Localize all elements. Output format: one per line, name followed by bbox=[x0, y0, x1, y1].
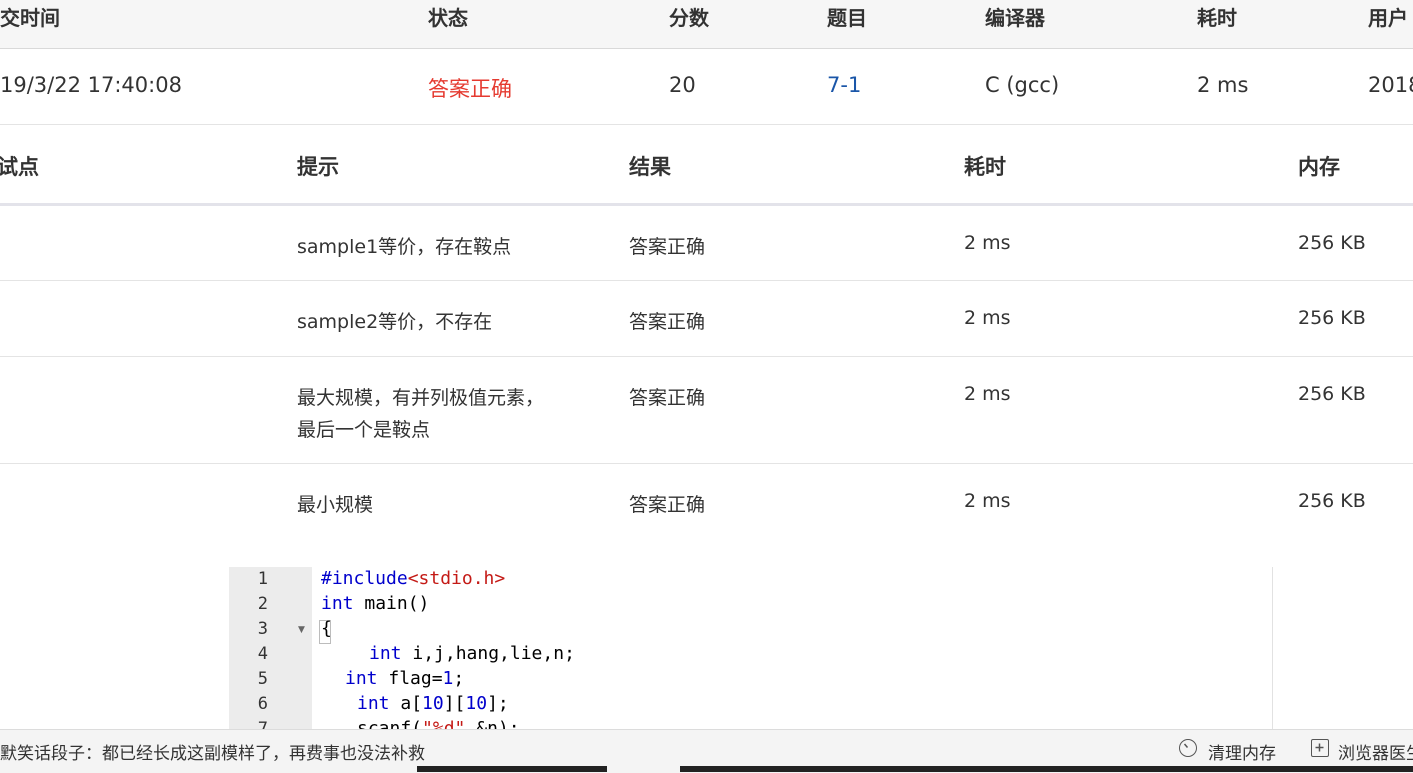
news-ticker[interactable]: 默笑话段子：都已经长成这副模样了，再费事也没法补救 bbox=[0, 739, 425, 764]
header-elapsed: 耗时 bbox=[1197, 6, 1237, 30]
code-editor[interactable]: 1 2 3 ▼ 4 5 6 7 #include<stdio.h> int ma… bbox=[229, 567, 1273, 737]
header-user: 用户 bbox=[1368, 6, 1408, 30]
line-number: 5 bbox=[257, 669, 268, 689]
testcase-row: sample2等价，不存在 答案正确 2 ms 256 KB bbox=[0, 281, 1413, 357]
testcase-time: 2 ms bbox=[964, 383, 1011, 405]
header-problem: 题目 bbox=[827, 6, 867, 30]
taskbar-segment bbox=[417, 766, 607, 772]
taskbar-segment bbox=[680, 766, 1413, 772]
header-submit-time: 交时间 bbox=[0, 6, 60, 30]
submission-status: 答案正确 bbox=[428, 77, 512, 101]
submission-table-header: 交时间 状态 分数 题目 编译器 耗时 用户 bbox=[0, 0, 1413, 49]
testcase-result: 答案正确 bbox=[629, 387, 706, 409]
line-number: 3 bbox=[257, 619, 268, 639]
clean-memory-button[interactable]: 清理内存 bbox=[1208, 739, 1276, 764]
browser-doctor-button[interactable]: 浏览器医生 bbox=[1338, 739, 1413, 764]
code-line-2: int main() bbox=[321, 593, 430, 614]
header-testpoint: 试点 bbox=[0, 155, 39, 179]
testcase-row: 最大规模，有并列极值元素， 最后一个是鞍点 答案正确 2 ms 256 KB bbox=[0, 357, 1413, 464]
code-line-4: int i,j,hang,lie,n; bbox=[369, 643, 575, 664]
header-result: 结果 bbox=[629, 155, 671, 179]
submission-elapsed: 2 ms bbox=[1197, 73, 1249, 97]
header-compiler: 编译器 bbox=[985, 6, 1045, 30]
testcase-memory: 256 KB bbox=[1298, 490, 1366, 512]
header-time: 耗时 bbox=[964, 155, 1006, 179]
submission-compiler: C (gcc) bbox=[985, 73, 1060, 97]
code-line-3: { bbox=[321, 618, 332, 639]
submission-user[interactable]: 2018 bbox=[1368, 73, 1413, 97]
testcase-table-header: 试点 提示 结果 耗时 内存 bbox=[0, 125, 1413, 206]
doctor-plus-icon[interactable] bbox=[1311, 739, 1329, 757]
testcase-hint: sample2等价，不存在 bbox=[297, 311, 493, 333]
code-line-6: int a[10][10]; bbox=[357, 693, 509, 714]
testcase-time: 2 ms bbox=[964, 232, 1011, 254]
testcase-result: 答案正确 bbox=[629, 236, 706, 258]
header-hint: 提示 bbox=[297, 155, 339, 179]
testcase-time: 2 ms bbox=[964, 307, 1011, 329]
testcase-hint: 最大规模，有并列极值元素， bbox=[297, 387, 545, 409]
testcase-memory: 256 KB bbox=[1298, 383, 1366, 405]
code-line-1: #include<stdio.h> bbox=[321, 568, 506, 589]
line-number: 1 bbox=[257, 569, 268, 589]
testcase-time: 2 ms bbox=[964, 490, 1011, 512]
header-score: 分数 bbox=[669, 6, 709, 30]
line-number: 2 bbox=[257, 594, 268, 614]
header-memory: 内存 bbox=[1298, 155, 1340, 179]
gauge-icon[interactable] bbox=[1179, 739, 1197, 757]
line-number-gutter: 1 2 3 ▼ 4 5 6 7 bbox=[229, 567, 312, 737]
submission-row: 19/3/22 17:40:08 答案正确 20 7-1 C (gcc) 2 m… bbox=[0, 49, 1413, 125]
testcase-row: 最小规模 答案正确 2 ms 256 KB bbox=[0, 464, 1413, 538]
testcase-memory: 256 KB bbox=[1298, 307, 1366, 329]
fold-arrow-icon[interactable]: ▼ bbox=[298, 625, 305, 635]
code-line-5: int flag=1; bbox=[345, 668, 465, 689]
testcase-hint: sample1等价，存在鞍点 bbox=[297, 236, 512, 258]
header-status: 状态 bbox=[428, 6, 468, 30]
testcase-result: 答案正确 bbox=[629, 311, 706, 333]
submission-score: 20 bbox=[669, 73, 696, 97]
testcase-hint: 最小规模 bbox=[297, 494, 374, 516]
line-number: 6 bbox=[257, 694, 268, 714]
testcase-hint-line2: 最后一个是鞍点 bbox=[297, 419, 431, 441]
testcase-result: 答案正确 bbox=[629, 494, 706, 516]
testcase-row: sample1等价，存在鞍点 答案正确 2 ms 256 KB bbox=[0, 206, 1413, 281]
problem-link[interactable]: 7-1 bbox=[827, 73, 861, 97]
testcase-memory: 256 KB bbox=[1298, 232, 1366, 254]
line-number: 4 bbox=[257, 644, 268, 664]
submission-time: 19/3/22 17:40:08 bbox=[0, 73, 182, 97]
